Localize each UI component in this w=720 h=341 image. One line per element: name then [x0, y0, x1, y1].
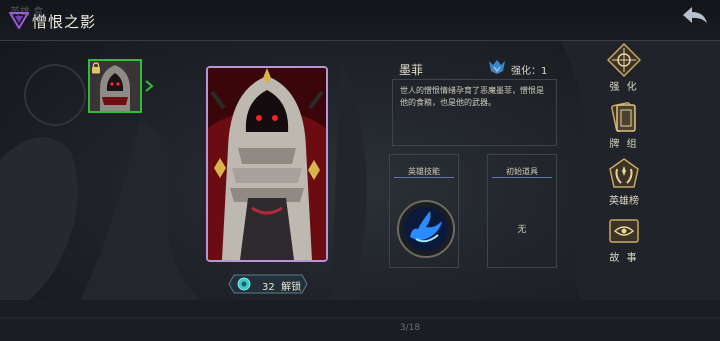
book-eye-icon: [609, 219, 639, 243]
enhance-compass-icon: [607, 43, 641, 77]
menu-leaderboard-button[interactable]: 英雄榜: [604, 157, 644, 207]
item-divider: [492, 177, 552, 178]
unlock-cost: 32: [262, 282, 275, 293]
menu-story-label: 故 事: [609, 253, 639, 264]
purple-triangle-icon: [9, 12, 29, 29]
skill-panel-title: 英雄技能: [408, 167, 440, 176]
lock-icon: [92, 62, 100, 74]
selection-arrow-icon: [145, 80, 154, 92]
menu-deck-label: 牌 组: [609, 139, 639, 150]
blue-phoenix-skill-icon[interactable]: [396, 199, 456, 259]
cards-icon: [611, 102, 636, 132]
enhance-level: 强化：1: [511, 66, 548, 77]
menu-leaderboard-label: 英雄榜: [609, 196, 639, 207]
unlock-text: 解锁: [281, 282, 302, 293]
item-panel-title: 初始道具: [506, 167, 538, 176]
top-bar: [0, 0, 720, 41]
hero-name: 墨菲: [399, 63, 424, 77]
menu-story-button[interactable]: 故 事: [604, 214, 644, 264]
hooded-demon-portrait: [208, 68, 326, 260]
wolf-emblem-icon: [489, 60, 505, 74]
page-indicator: 3/18: [399, 323, 421, 333]
hero-card[interactable]: [206, 66, 328, 262]
back-arrow-icon[interactable]: [680, 4, 710, 26]
starting-item-value: 无: [517, 225, 527, 235]
unlock-label: 32 解锁: [262, 278, 301, 293]
menu-deck-button[interactable]: 牌 组: [604, 100, 644, 150]
laurel-icon: [609, 158, 639, 188]
menu-enhance-button[interactable]: 强 化: [604, 43, 644, 93]
page-title: 憎恨之影: [32, 13, 97, 31]
skill-divider: [394, 177, 454, 178]
menu-enhance-label: 强 化: [609, 82, 639, 93]
hero-description: 世人的憎恨情绪孕育了恶魔墨菲，憎恨是他的食粮，也是他的武器。: [400, 86, 544, 107]
